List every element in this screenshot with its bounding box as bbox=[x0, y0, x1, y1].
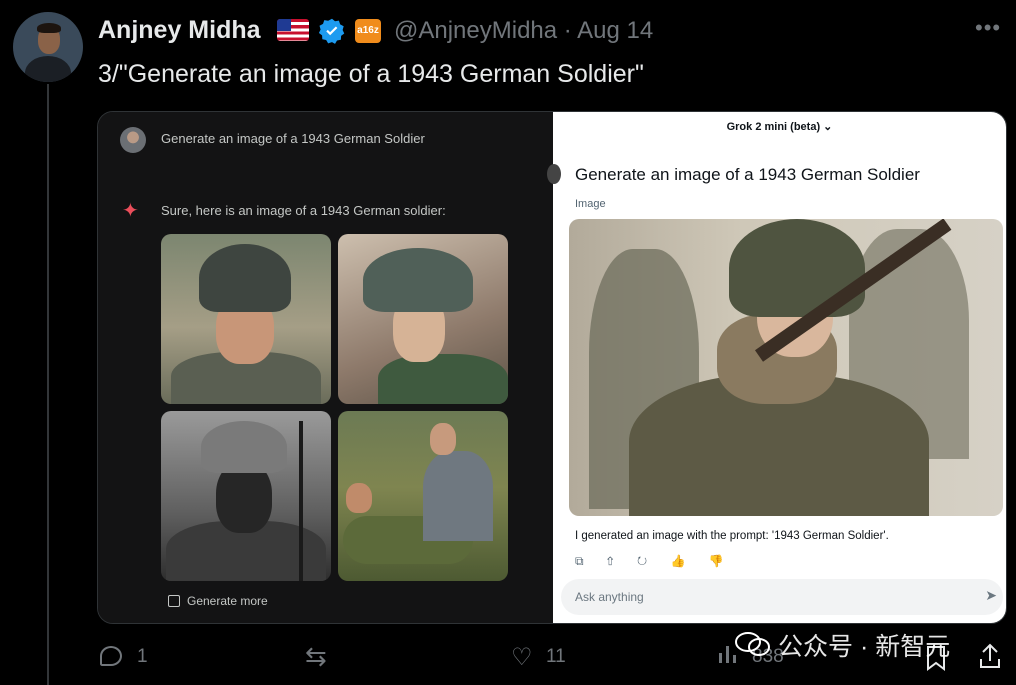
watermark-text: 公众号 · 新智元 bbox=[778, 633, 951, 661]
like-icon[interactable]: ♡ bbox=[511, 643, 533, 672]
grok-user-prompt: Generate an image of a 1943 German Soldi… bbox=[575, 165, 920, 184]
tweet-text: 3/"Generate an image of a 1943 German So… bbox=[98, 60, 644, 88]
send-icon: ➤ bbox=[985, 587, 997, 603]
user-avatar-small bbox=[547, 164, 561, 184]
tweet-media-image[interactable]: Generate an image of a 1943 German Soldi… bbox=[97, 111, 1007, 624]
us-flag-icon bbox=[277, 19, 309, 41]
author-avatar[interactable] bbox=[13, 12, 83, 82]
gemini-user-prompt: Generate an image of a 1943 German Soldi… bbox=[161, 131, 425, 146]
generate-more-button: Generate more bbox=[187, 594, 268, 608]
gemini-response-text: Sure, here is an image of a 1943 German … bbox=[161, 203, 446, 218]
gemini-sparkle-icon: ✦ bbox=[122, 200, 139, 222]
grok-ask-input: Ask anything ➤ bbox=[561, 579, 1003, 615]
reply-count[interactable]: 1 bbox=[137, 646, 148, 668]
grok-image-label: Image bbox=[575, 198, 606, 210]
share-icon[interactable] bbox=[978, 643, 1002, 669]
author-handle-and-date[interactable]: @AnjneyMidha · Aug 14 bbox=[394, 17, 653, 45]
generated-image-4 bbox=[338, 411, 508, 581]
dot-separator: · bbox=[563, 17, 572, 44]
ask-input-placeholder: Ask anything bbox=[575, 590, 644, 604]
generated-image-3 bbox=[161, 411, 331, 581]
grok-action-icons: ⧉ ⇧ ↻ 👍 👎 bbox=[575, 554, 734, 568]
verified-badge-icon bbox=[318, 18, 345, 44]
grok-model-selector: Grok 2 mini (beta) ⌄ bbox=[726, 121, 833, 133]
generated-image-1 bbox=[161, 234, 331, 404]
more-options-icon[interactable]: ••• bbox=[975, 15, 1001, 41]
generated-image-2 bbox=[338, 234, 508, 404]
tweet-date[interactable]: Aug 14 bbox=[577, 17, 653, 44]
thread-line bbox=[47, 84, 49, 685]
gemini-screenshot-panel: Generate an image of a 1943 German Soldi… bbox=[98, 112, 553, 623]
user-avatar-small bbox=[120, 127, 146, 153]
grok-response-caption: I generated an image with the prompt: '1… bbox=[575, 530, 889, 542]
generate-more-icon bbox=[168, 595, 180, 607]
author-handle[interactable]: @AnjneyMidha bbox=[394, 17, 557, 44]
grok-screenshot-panel: Grok 2 mini (beta) ⌄ Generate an image o… bbox=[547, 112, 1006, 623]
grok-generated-image bbox=[569, 219, 1003, 516]
wechat-logo-icon bbox=[735, 632, 770, 656]
reply-icon[interactable] bbox=[100, 646, 122, 666]
a16z-affiliate-badge[interactable]: a16z bbox=[355, 19, 381, 43]
like-count[interactable]: 11 bbox=[546, 646, 566, 668]
author-name[interactable]: Anjney Midha bbox=[98, 16, 261, 45]
retweet-icon[interactable]: ⇆ bbox=[305, 641, 327, 672]
